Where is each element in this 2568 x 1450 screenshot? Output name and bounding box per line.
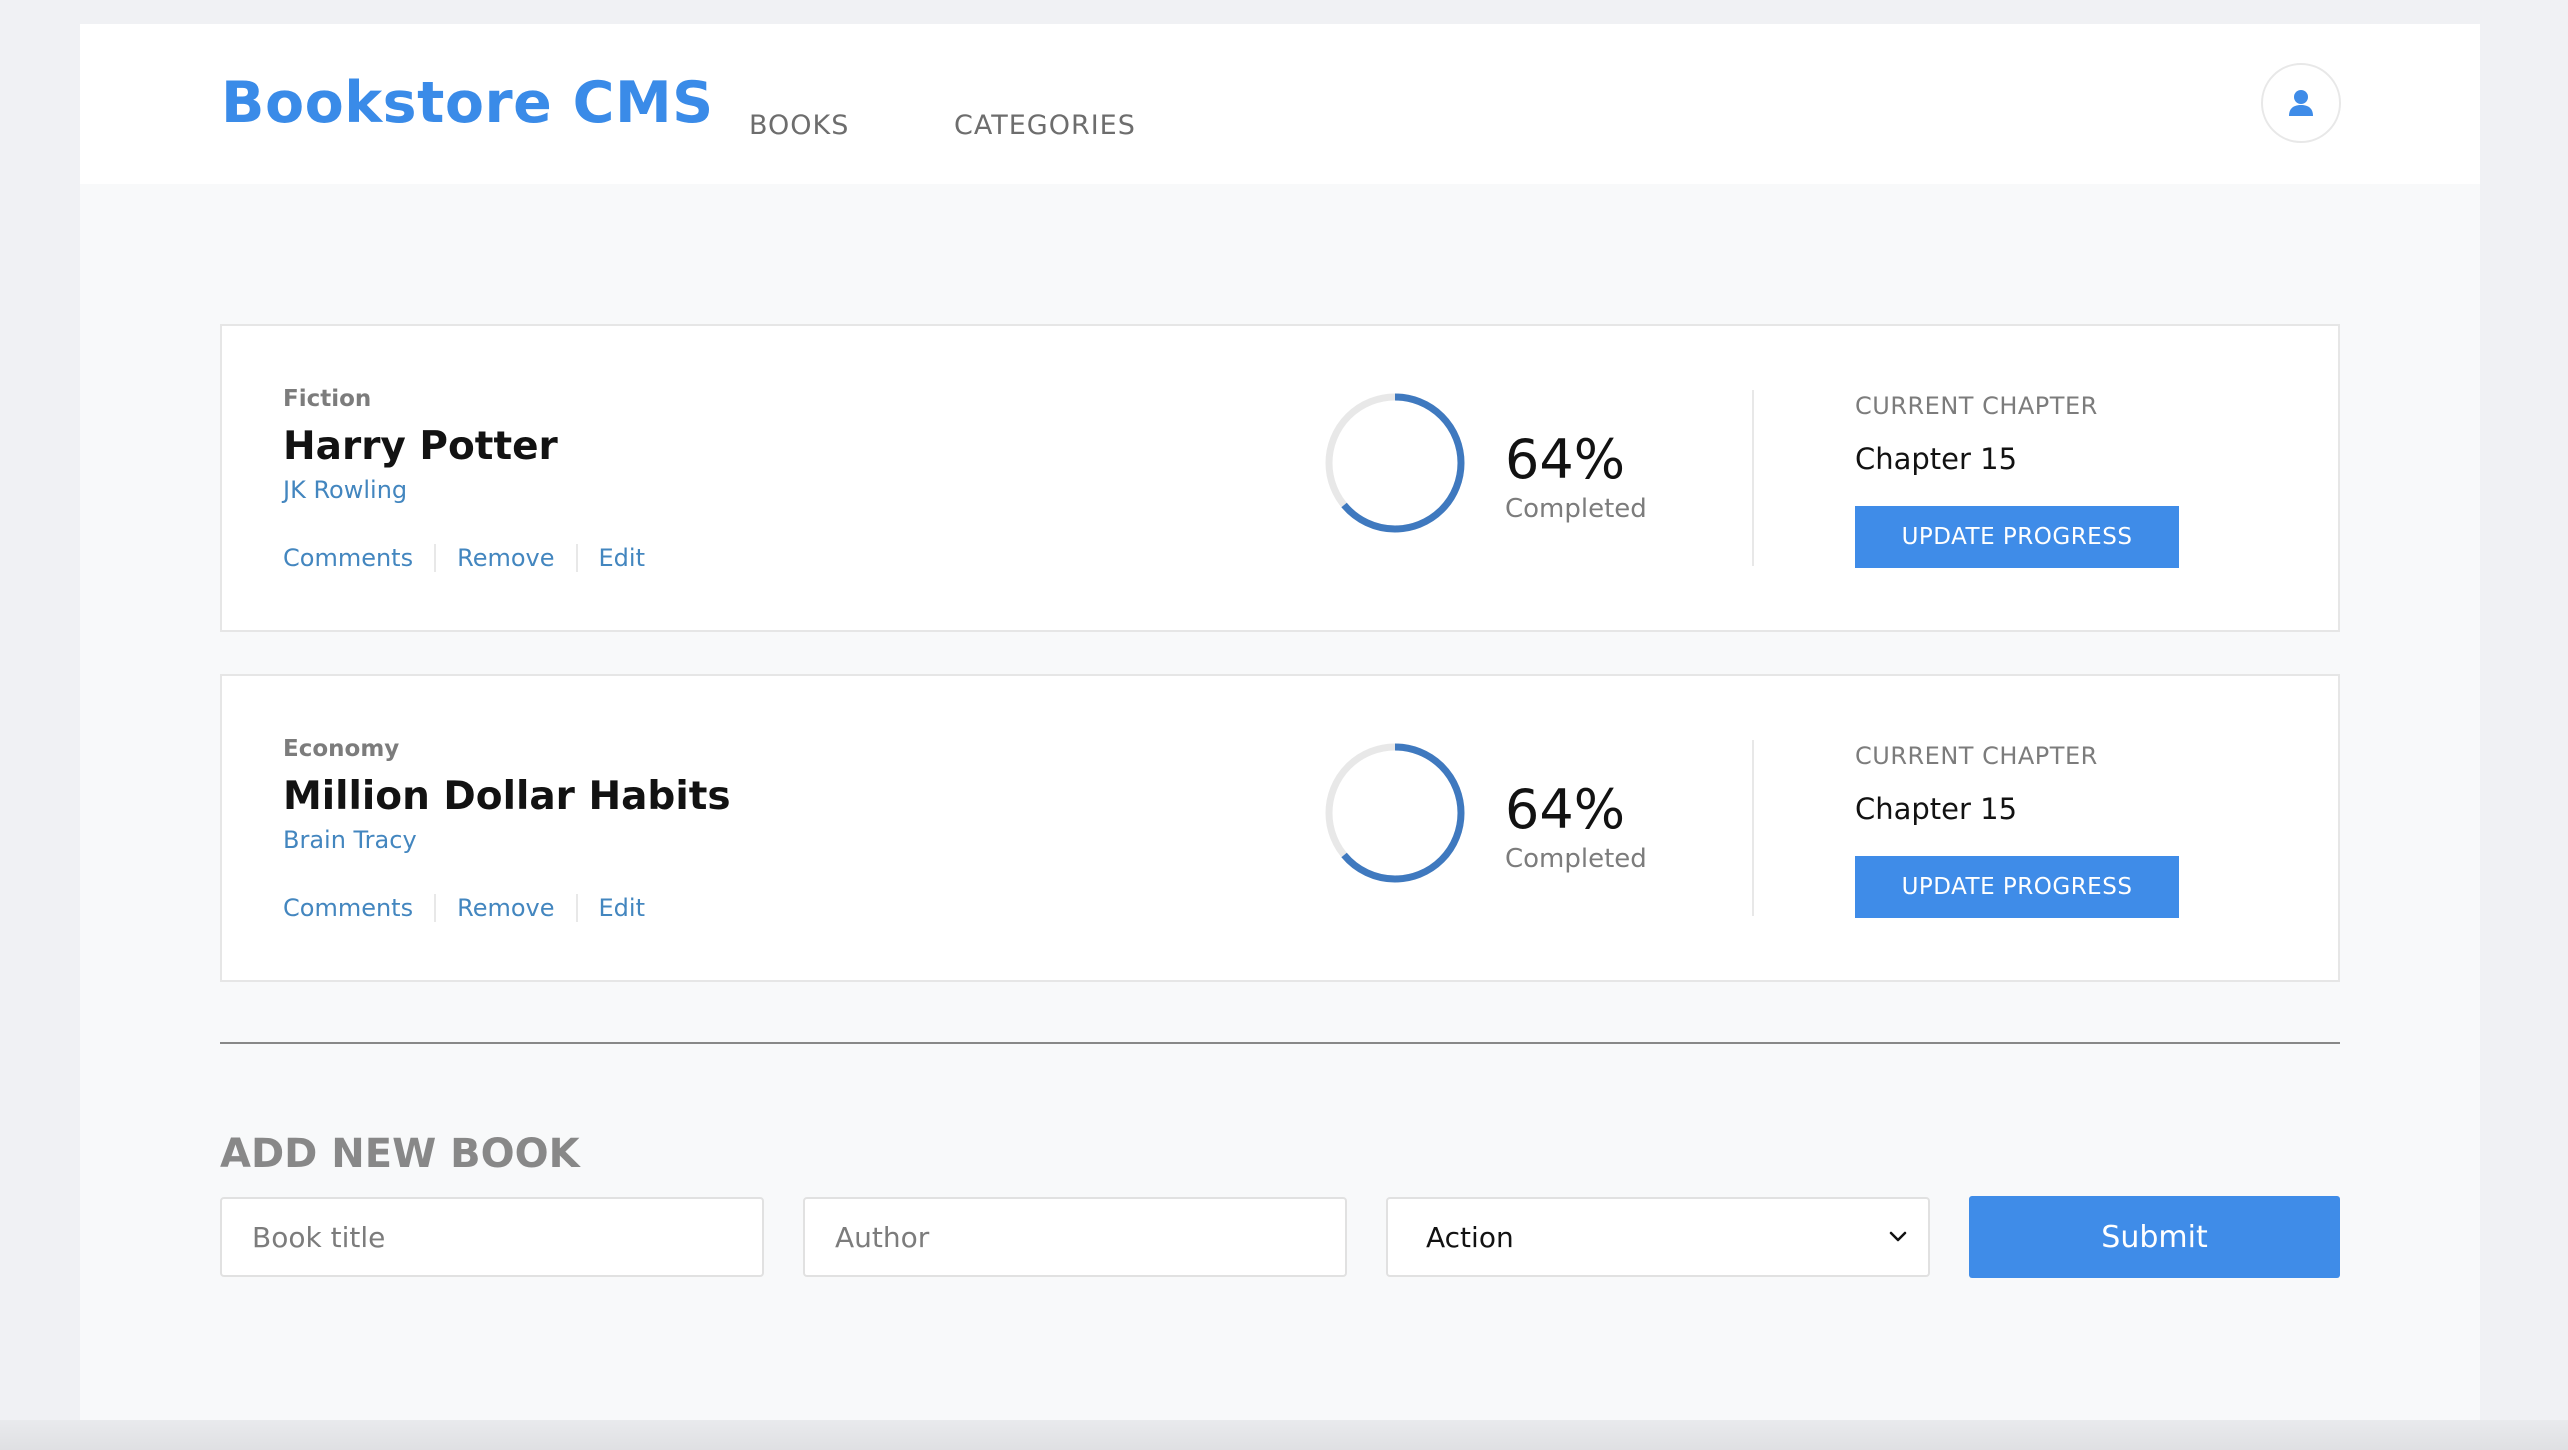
user-avatar-button[interactable] xyxy=(2261,63,2341,143)
nav-categories[interactable]: CATEGORIES xyxy=(954,110,1136,141)
category-select-value: Action xyxy=(1426,1220,1514,1254)
action-divider xyxy=(575,894,578,922)
update-progress-button[interactable]: UPDATE PROGRESS xyxy=(1855,506,2179,568)
user-icon xyxy=(2289,90,2313,116)
book-title-input[interactable] xyxy=(220,1197,764,1277)
chevron-down-icon xyxy=(1889,1231,1907,1242)
edit-button[interactable]: Edit xyxy=(599,544,645,572)
nav-books[interactable]: BOOKS xyxy=(749,110,849,141)
comments-button[interactable]: Comments xyxy=(283,544,413,572)
submit-button[interactable]: Submit xyxy=(1969,1196,2340,1278)
progress-completed-label: Completed xyxy=(1505,494,1647,524)
progress-percent: 64% xyxy=(1505,428,1626,491)
remove-button[interactable]: Remove xyxy=(457,544,554,572)
progress-ring xyxy=(1325,743,1465,883)
remove-button[interactable]: Remove xyxy=(457,894,554,922)
current-chapter-label: CURRENT CHAPTER xyxy=(1855,742,2098,770)
section-divider xyxy=(220,1042,2340,1044)
current-chapter-value: Chapter 15 xyxy=(1855,792,2018,826)
book-author[interactable]: Brain Tracy xyxy=(283,826,417,854)
comments-button[interactable]: Comments xyxy=(283,894,413,922)
book-category: Fiction xyxy=(283,386,372,412)
update-progress-button[interactable]: UPDATE PROGRESS xyxy=(1855,856,2179,918)
progress-ring xyxy=(1325,393,1465,533)
add-book-heading: ADD NEW BOOK xyxy=(220,1131,580,1177)
book-title: Million Dollar Habits xyxy=(283,774,731,819)
vertical-divider xyxy=(1752,390,1754,566)
edit-button[interactable]: Edit xyxy=(599,894,645,922)
action-divider xyxy=(434,544,437,572)
progress-percent: 64% xyxy=(1505,778,1626,841)
action-divider xyxy=(434,894,437,922)
book-card: Fiction Harry Potter JK Rowling Comments… xyxy=(220,324,2340,632)
header: Bookstore CMS BOOKS CATEGORIES xyxy=(80,24,2480,184)
author-input[interactable] xyxy=(803,1197,1347,1277)
book-card: Economy Million Dollar Habits Brain Trac… xyxy=(220,674,2340,982)
progress-completed-label: Completed xyxy=(1505,844,1647,874)
book-title: Harry Potter xyxy=(283,424,558,469)
current-chapter-label: CURRENT CHAPTER xyxy=(1855,392,2098,420)
book-category: Economy xyxy=(283,736,400,762)
app-logo[interactable]: Bookstore CMS xyxy=(221,70,714,136)
app-panel: Bookstore CMS BOOKS CATEGORIES Fiction H… xyxy=(80,24,2480,1422)
vertical-divider xyxy=(1752,740,1754,916)
current-chapter-value: Chapter 15 xyxy=(1855,442,2018,476)
book-actions: Comments Remove Edit xyxy=(283,894,645,922)
action-divider xyxy=(575,544,578,572)
book-actions: Comments Remove Edit xyxy=(283,544,645,572)
category-select[interactable]: Action xyxy=(1386,1197,1930,1277)
book-author[interactable]: JK Rowling xyxy=(283,476,407,504)
window-bottom-edge xyxy=(0,1420,2568,1450)
